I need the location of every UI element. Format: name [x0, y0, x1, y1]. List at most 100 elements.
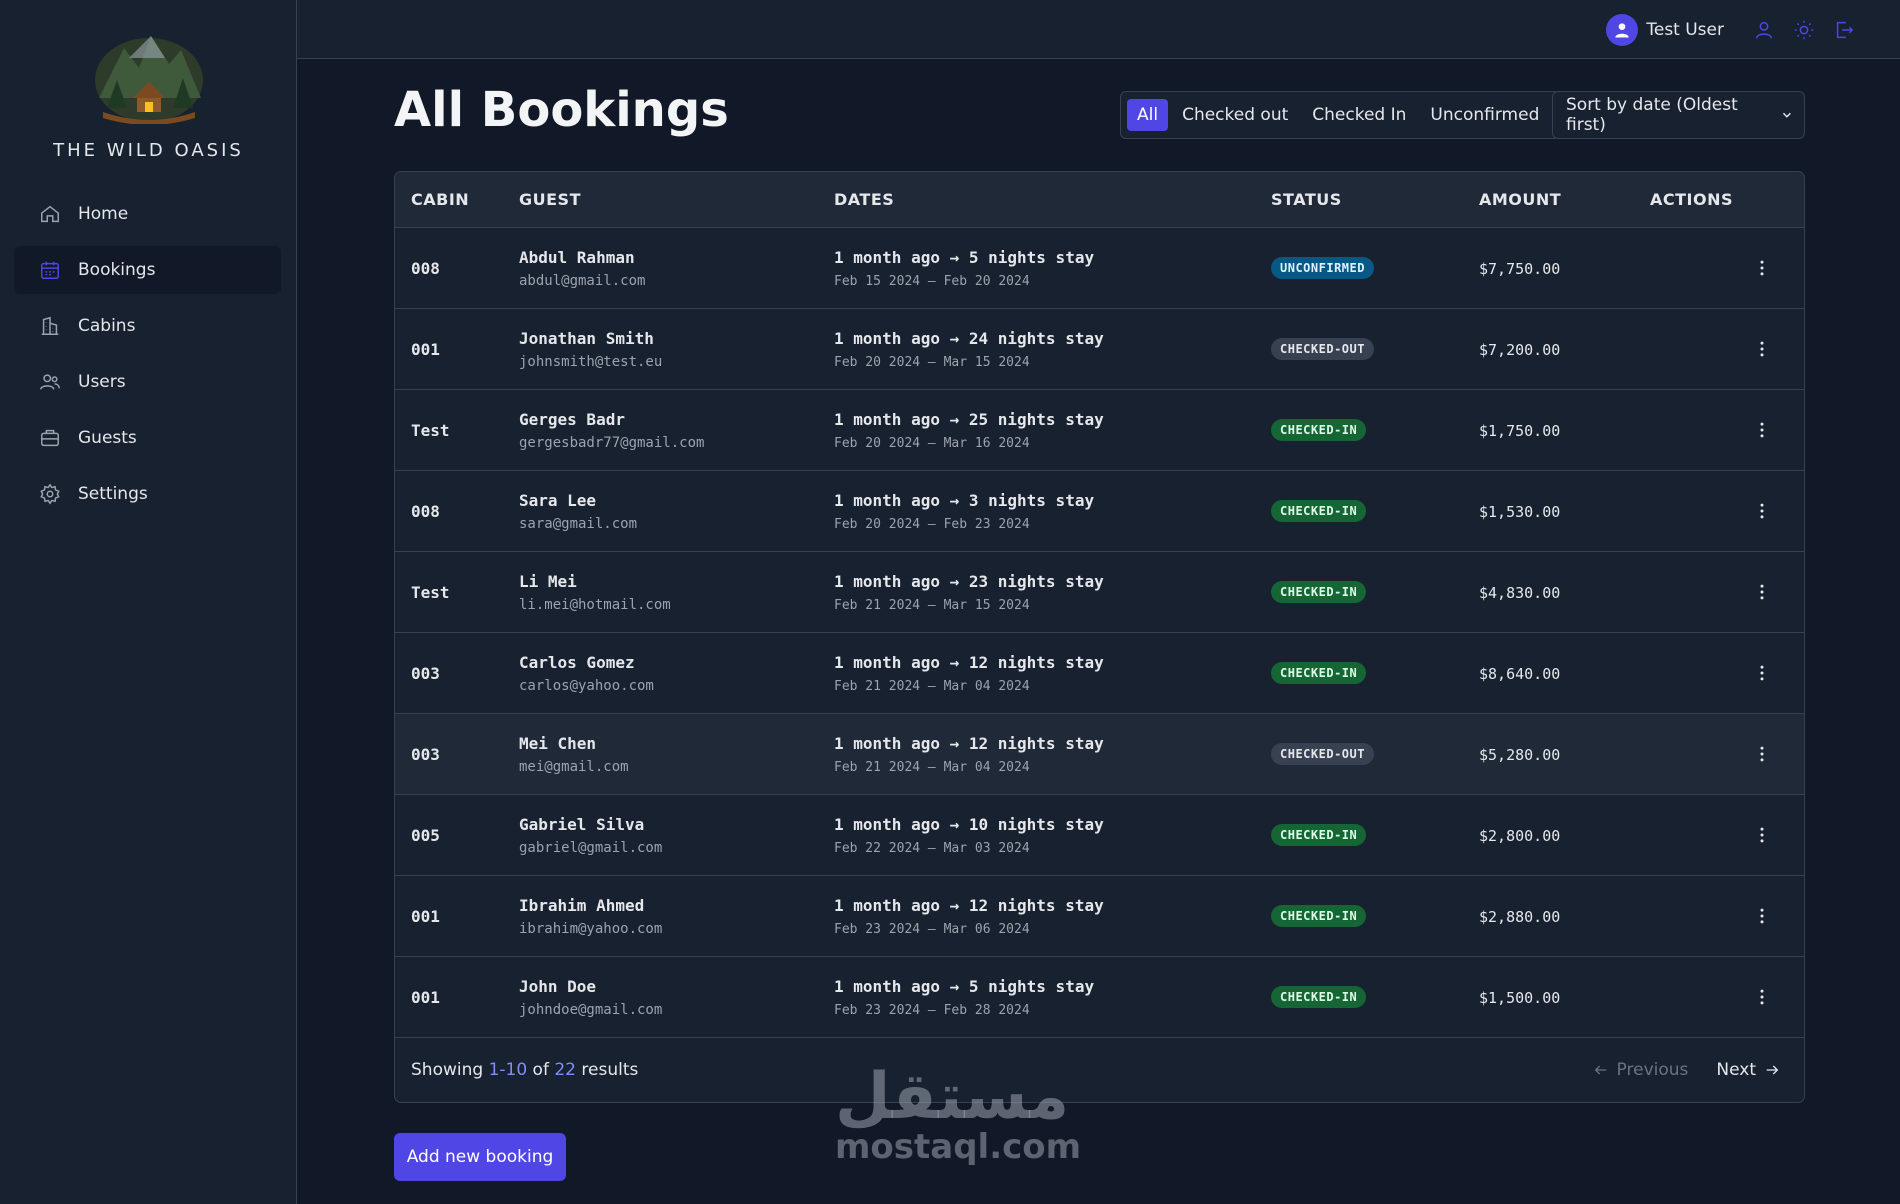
arrow-right-icon: [1766, 1065, 1779, 1075]
sidebar-item-cabins[interactable]: Cabins: [14, 302, 281, 350]
column-header-status: STATUS: [1271, 190, 1342, 209]
table-row[interactable]: 008 Sara Lee sara@gmail.com 1 month ago …: [395, 471, 1804, 552]
previous-page-button[interactable]: Previous: [1593, 1060, 1689, 1080]
guest-email: carlos@yahoo.com: [519, 677, 654, 694]
next-page-button[interactable]: Next: [1716, 1060, 1780, 1080]
amount-cell: $1,500.00: [1479, 988, 1650, 1007]
table-row[interactable]: 001 John Doe johndoe@gmail.com 1 month a…: [395, 957, 1804, 1038]
row-menu-button[interactable]: [1748, 740, 1776, 768]
table-row[interactable]: Test Li Mei li.mei@hotmail.com 1 month a…: [395, 552, 1804, 633]
table-header: CABIN GUEST DATES STATUS AMOUNT ACTIONS: [395, 172, 1804, 228]
account-button[interactable]: [1744, 10, 1784, 50]
theme-toggle-button[interactable]: [1784, 10, 1824, 50]
stay-summary: 1 month ago → 10 nights stay: [834, 814, 1104, 834]
dates-cell: 1 month ago → 12 nights stay Feb 21 2024…: [834, 734, 1271, 775]
cabin-number: 008: [411, 258, 440, 278]
date-range: Feb 20 2024 — Feb 23 2024: [834, 516, 1030, 532]
filter-checked-out[interactable]: Checked out: [1172, 99, 1298, 131]
dates-cell: 1 month ago → 10 nights stay Feb 22 2024…: [834, 815, 1271, 856]
sidebar-item-label: Home: [78, 204, 129, 224]
user-avatar-icon: [1615, 23, 1630, 38]
gear-icon: [38, 482, 62, 506]
actions-cell: [1650, 497, 1804, 525]
cabin-cell: 005: [395, 826, 519, 845]
logout-icon: [1836, 21, 1854, 39]
dates-cell: 1 month ago → 25 nights stay Feb 20 2024…: [834, 410, 1271, 451]
row-menu-button[interactable]: [1748, 416, 1776, 444]
more-vertical-icon: [1760, 989, 1764, 1005]
sidebar-item-label: Cabins: [78, 316, 136, 336]
sort-select[interactable]: Sort by date (Oldest first): [1552, 91, 1805, 139]
guest-cell: Jonathan Smith johnsmith@test.eu: [519, 329, 834, 370]
guest-cell: Sara Lee sara@gmail.com: [519, 491, 834, 532]
showing-of: of: [527, 1060, 555, 1080]
more-vertical-icon: [1760, 827, 1764, 843]
table-row[interactable]: 008 Abdul Rahman abdul@gmail.com 1 month…: [395, 228, 1804, 309]
actions-cell: [1650, 254, 1804, 282]
actions-cell: [1650, 983, 1804, 1011]
more-vertical-icon: [1760, 584, 1764, 600]
cabin-cell: 008: [395, 259, 519, 278]
avatar[interactable]: [1606, 14, 1639, 46]
row-menu-button[interactable]: [1748, 578, 1776, 606]
dates-cell: 1 month ago → 5 nights stay Feb 15 2024 …: [834, 248, 1271, 289]
guest-email: johnsmith@test.eu: [519, 353, 663, 370]
status-badge: CHECKED-IN: [1271, 581, 1367, 603]
filter-all[interactable]: All: [1127, 99, 1169, 131]
table-row[interactable]: 003 Carlos Gomez carlos@yahoo.com 1 mont…: [395, 633, 1804, 714]
status-cell: CHECKED-IN: [1271, 905, 1479, 927]
row-menu-button[interactable]: [1748, 821, 1776, 849]
cabin-cell: 001: [395, 340, 519, 359]
booking-amount: $8,640.00: [1479, 664, 1561, 683]
row-menu-button[interactable]: [1748, 254, 1776, 282]
guest-email: sara@gmail.com: [519, 515, 638, 532]
amount-cell: $1,530.00: [1479, 502, 1650, 521]
filter-checked-in[interactable]: Checked In: [1302, 99, 1416, 131]
stay-summary: 1 month ago → 5 nights stay: [834, 976, 1095, 996]
row-menu-button[interactable]: [1748, 335, 1776, 363]
row-menu-button[interactable]: [1748, 902, 1776, 930]
more-vertical-icon: [1760, 503, 1764, 519]
dates-cell: 1 month ago → 12 nights stay Feb 23 2024…: [834, 896, 1271, 937]
add-booking-button[interactable]: Add new booking: [394, 1133, 566, 1181]
sidebar-item-home[interactable]: Home: [14, 190, 281, 238]
table-row[interactable]: 005 Gabriel Silva gabriel@gmail.com 1 mo…: [395, 795, 1804, 876]
booking-amount: $5,280.00: [1479, 745, 1561, 764]
bookings-table: CABIN GUEST DATES STATUS AMOUNT ACTIONS …: [394, 171, 1805, 1103]
sidebar-item-users[interactable]: Users: [14, 358, 281, 406]
row-menu-button[interactable]: [1748, 497, 1776, 525]
sidebar: THE WILD OASIS Home Bookings Cabins User…: [0, 0, 297, 1204]
row-menu-button[interactable]: [1748, 983, 1776, 1011]
booking-amount: $7,750.00: [1479, 259, 1561, 278]
date-range: Feb 21 2024 — Mar 04 2024: [834, 678, 1030, 694]
showing-results: results: [576, 1060, 639, 1080]
table-row[interactable]: 001 Jonathan Smith johnsmith@test.eu 1 m…: [395, 309, 1804, 390]
sidebar-item-guests[interactable]: Guests: [14, 414, 281, 462]
row-menu-button[interactable]: [1748, 659, 1776, 687]
table-row[interactable]: 003 Mei Chen mei@gmail.com 1 month ago →…: [395, 714, 1804, 795]
users-icon: [38, 370, 62, 394]
amount-cell: $2,880.00: [1479, 907, 1650, 926]
amount-cell: $2,800.00: [1479, 826, 1650, 845]
status-cell: CHECKED-OUT: [1271, 743, 1479, 765]
table-row[interactable]: 001 Ibrahim Ahmed ibrahim@yahoo.com 1 mo…: [395, 876, 1804, 957]
amount-cell: $4,830.00: [1479, 583, 1650, 602]
guest-cell: Carlos Gomez carlos@yahoo.com: [519, 653, 834, 694]
date-range: Feb 20 2024 — Mar 16 2024: [834, 435, 1030, 451]
guest-email: gergesbadr77@gmail.com: [519, 434, 705, 451]
status-cell: UNCONFIRMED: [1271, 257, 1479, 279]
guest-name: Carlos Gomez: [519, 652, 635, 672]
guest-cell: Ibrahim Ahmed ibrahim@yahoo.com: [519, 896, 834, 937]
sidebar-item-label: Users: [78, 372, 126, 392]
logout-button[interactable]: [1824, 10, 1864, 50]
sidebar-item-bookings[interactable]: Bookings: [14, 246, 281, 294]
previous-label: Previous: [1616, 1060, 1689, 1080]
arrow-left-icon: [1594, 1065, 1606, 1075]
more-vertical-icon: [1760, 341, 1764, 357]
more-vertical-icon: [1760, 260, 1764, 276]
sidebar-item-settings[interactable]: Settings: [14, 470, 281, 518]
filter-unconfirmed[interactable]: Unconfirmed: [1420, 99, 1549, 131]
table-row[interactable]: Test Gerges Badr gergesbadr77@gmail.com …: [395, 390, 1804, 471]
sidebar-item-label: Guests: [78, 428, 137, 448]
stay-summary: 1 month ago → 12 nights stay: [834, 895, 1104, 915]
